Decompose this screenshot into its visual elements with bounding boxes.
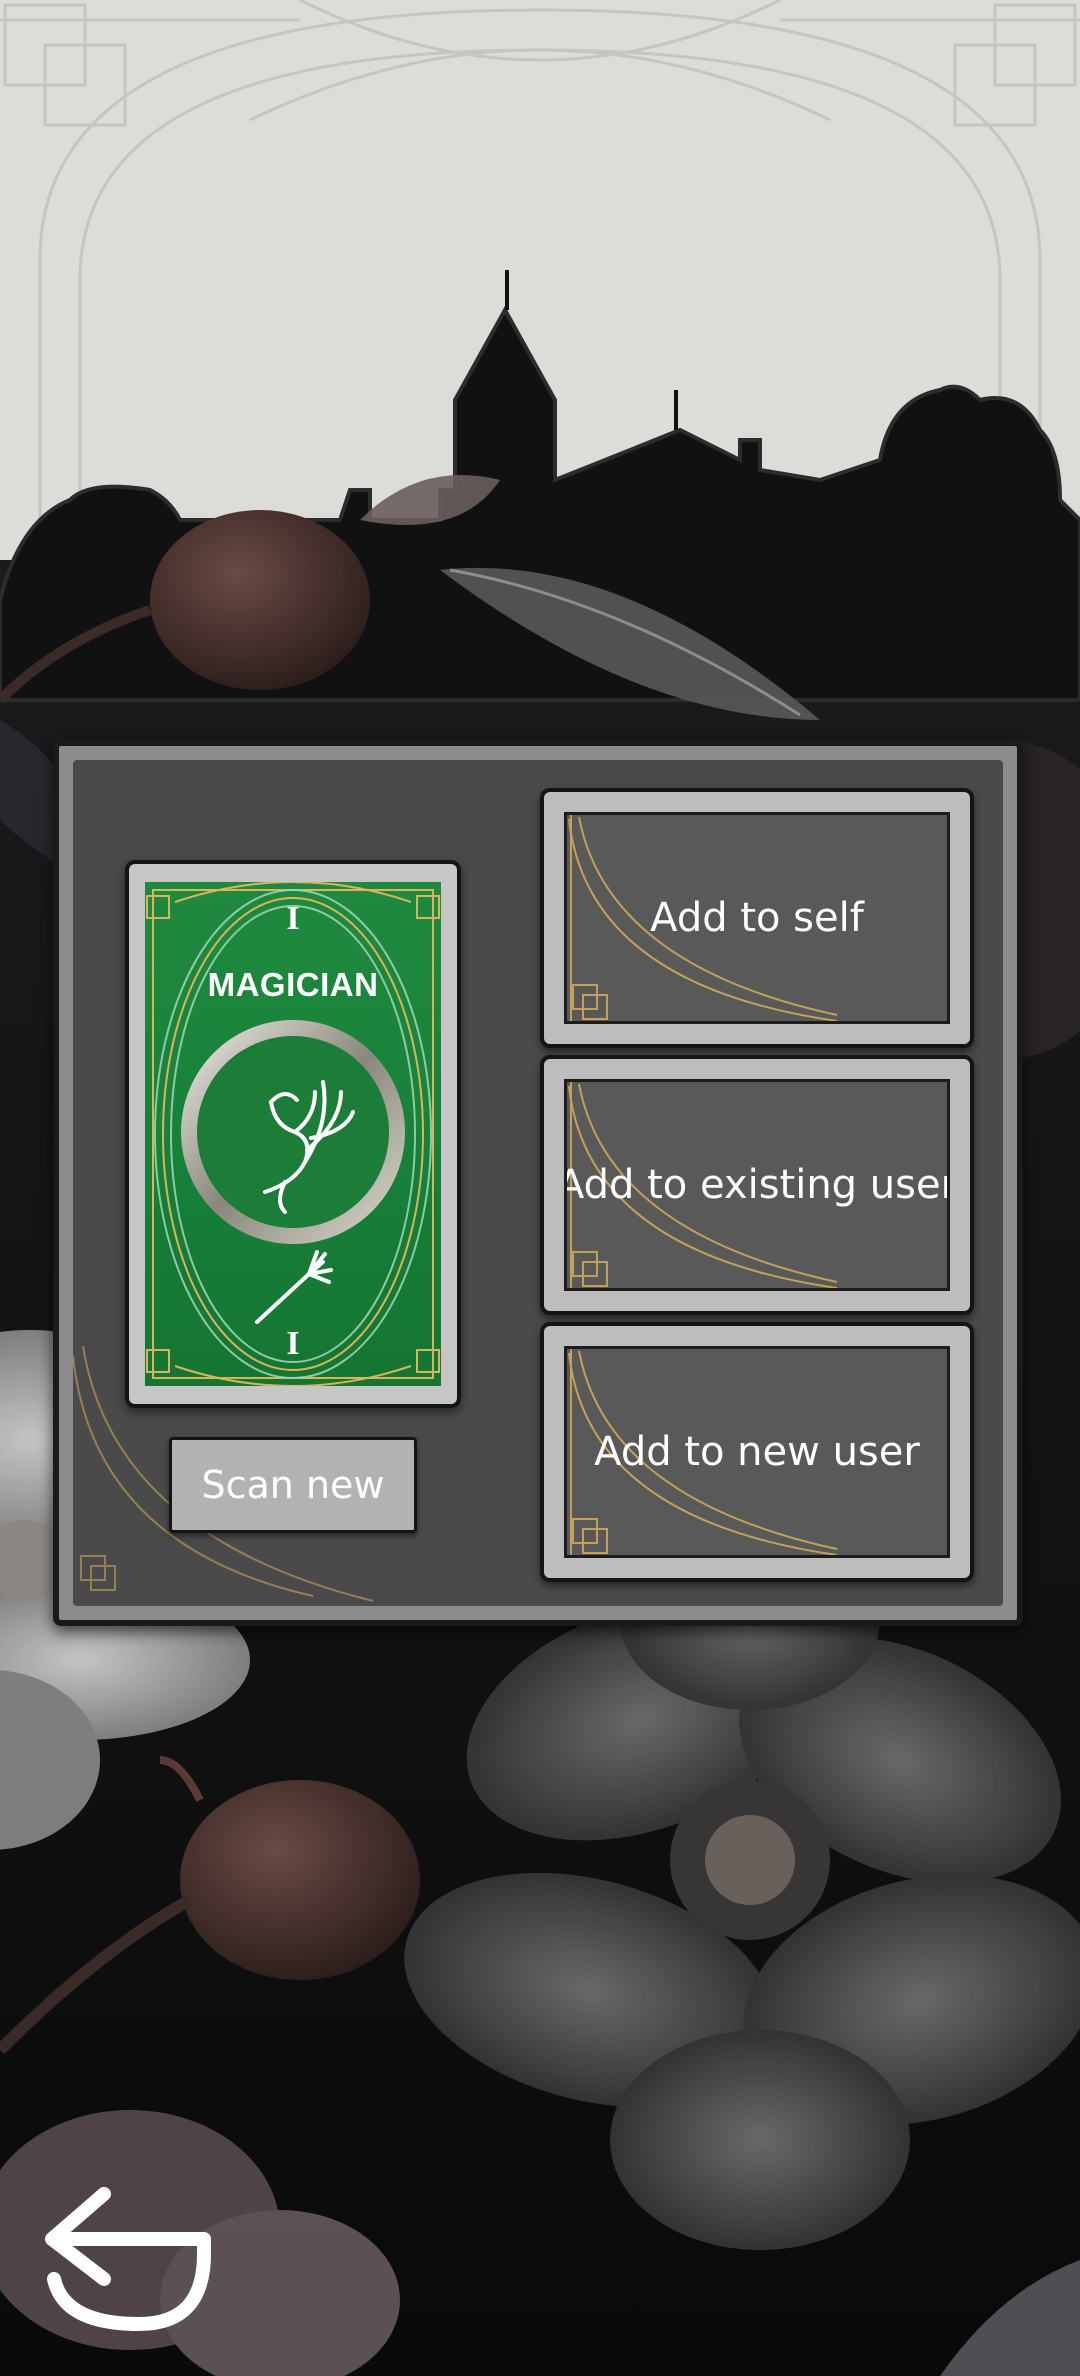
- scan-new-button[interactable]: Scan new: [169, 1437, 417, 1533]
- scanned-card: I MAGICIAN I: [125, 860, 461, 1408]
- add-to-new-user-label: Add to new user: [594, 1429, 920, 1475]
- add-to-existing-user-label: Add to existing user: [564, 1162, 950, 1208]
- back-arrow-icon: [45, 2187, 211, 2331]
- button-face: Add to self: [564, 812, 950, 1024]
- magic-wand-icon: [255, 1250, 333, 1324]
- add-to-existing-user-button[interactable]: Add to existing user: [540, 1055, 974, 1315]
- card-face: I MAGICIAN I: [145, 882, 441, 1386]
- button-face: Add to existing user: [564, 1079, 950, 1291]
- add-to-self-button[interactable]: Add to self: [540, 788, 974, 1048]
- add-to-new-user-button[interactable]: Add to new user: [540, 1322, 974, 1582]
- card-numeral-top: I: [286, 900, 300, 937]
- card-numeral-bottom: I: [286, 1325, 300, 1362]
- card-ornament: [146, 882, 440, 1386]
- back-button[interactable]: [24, 2184, 214, 2334]
- add-to-self-label: Add to self: [650, 895, 864, 941]
- card-title: MAGICIAN: [207, 966, 379, 1003]
- button-face: Add to new user: [564, 1346, 950, 1558]
